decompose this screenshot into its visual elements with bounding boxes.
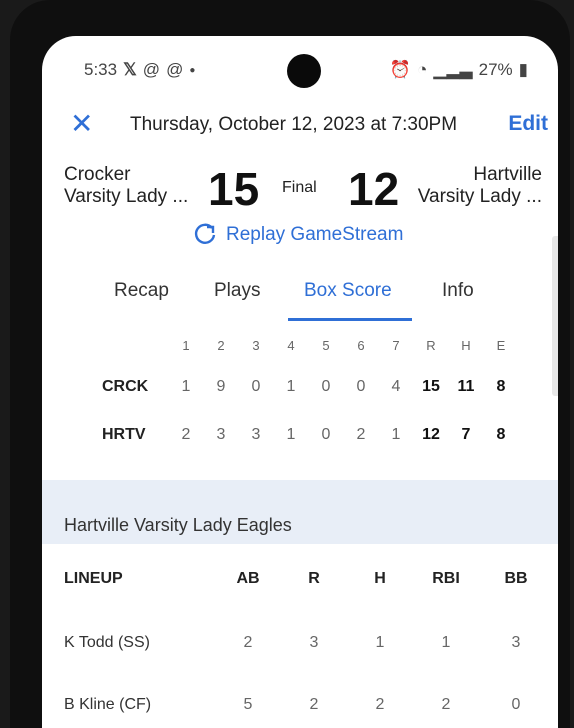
tab-info[interactable]: Info [442,280,474,302]
replay-label: Replay GameStream [226,224,404,245]
hits-total: 7 [461,426,471,443]
h-header: H [374,570,386,587]
close-icon[interactable]: ✕ [70,108,93,140]
game-status: Final [282,179,317,196]
away-team-name: Hartville Varsity Lady ... [418,164,542,208]
inning-score: 3 [251,426,261,443]
inning-header: 6 [357,338,365,353]
inning-score: 9 [216,378,226,395]
linescore-team: CRCK [102,378,149,395]
alarm-icon: ⏰ [389,60,412,79]
rbi-header: RBI [432,570,460,587]
stat-ab: 5 [243,696,253,713]
stat-r: 2 [309,696,319,713]
app-bar: ✕ Thursday, October 12, 2023 at 7:30PM E… [42,106,558,146]
stat-rbi: 1 [441,634,451,651]
away-score: 12 [348,163,400,215]
time: 5:33 [84,60,118,79]
stat-bb: 3 [511,634,521,651]
inning-score: 1 [181,378,191,395]
inning-score: 1 [391,426,401,443]
stat-bb: 0 [511,696,521,713]
scrollbar[interactable] [552,236,558,396]
inning-score: 2 [356,426,366,443]
stat-h: 2 [375,696,385,713]
lineup-header-row: LINEUP AB R H RBI BB [42,546,558,613]
inning-score: 3 [216,426,226,443]
inning-score: 0 [356,378,366,395]
inning-score: 2 [181,426,191,443]
inning-score: 0 [251,378,261,395]
section-title: Hartville Varsity Lady Eagles [64,515,292,535]
wifi-icon: ◔ [417,60,428,79]
game-date: Thursday, October 12, 2023 at 7:30PM [130,114,458,135]
inning-header: 5 [322,338,330,353]
lineup-header: LINEUP [64,570,123,587]
stat-r: 3 [309,634,319,651]
inning-header: 7 [392,338,400,353]
stat-h: 1 [375,634,385,651]
tab-box-score[interactable]: Box Score [304,280,392,302]
tab-bar: Recap Plays Box Score Info [42,272,558,318]
linescore-team: HRTV [102,426,146,443]
tab-recap[interactable]: Recap [114,280,169,302]
inning-score: 0 [321,378,331,395]
r-header: R [308,570,320,587]
tab-plays[interactable]: Plays [214,280,260,302]
hits-total: 11 [457,378,475,395]
dot-icon: ● [189,64,196,76]
home-team-line2: Varsity Lady ... [64,186,189,207]
inning-header: 3 [252,338,260,353]
away-team-line2: Varsity Lady ... [417,186,542,207]
camera-cutout [287,54,321,88]
status-right: ⏰ ◔ ▁▂▃ 27% ▮ [390,60,528,80]
player-name: K Todd (SS) [64,634,150,651]
x-logo-icon: 𝕏 [123,60,137,79]
inning-score: 0 [321,426,331,443]
app-screen: 5:33 𝕏 @ @ ● ⏰ ◔ ▁▂▃ 27% ▮ ✕ Thursday, O… [42,36,558,728]
inning-score: 1 [286,426,296,443]
player-name: B Kline (CF) [64,696,152,713]
signal-icon: ▁▂▃ [433,60,473,79]
table-row[interactable]: K Todd (SS) 2 3 1 1 3 [42,612,558,675]
refresh-icon [194,223,216,244]
runs-total: 15 [422,378,440,395]
bb-header: BB [504,570,528,587]
status-left: 5:33 𝕏 @ @ ● [84,60,195,80]
active-tab-indicator [288,318,412,321]
runs-header: R [426,338,436,353]
home-team-name: Crocker Varsity Lady ... [64,164,188,208]
errors-total: 8 [496,378,506,395]
inning-header: 2 [217,338,225,353]
errors-total: 8 [496,426,506,443]
away-team-line1: Hartville [473,164,542,185]
table-row[interactable]: B Kline (CF) 5 2 2 2 0 [42,674,558,728]
team-section-header: Hartville Varsity Lady Eagles [42,480,558,544]
inning-score: 4 [391,378,401,395]
home-team-line1: Crocker [64,164,131,185]
threads-icon: @ [142,60,161,79]
phone-frame: 5:33 𝕏 @ @ ● ⏰ ◔ ▁▂▃ 27% ▮ ✕ Thursday, O… [10,0,570,728]
replay-gamestream-button[interactable]: Replay GameStream [192,222,403,248]
inning-header: 1 [182,338,190,353]
hits-header: H [461,338,471,353]
home-score: 15 [208,163,260,215]
inning-score: 1 [286,378,296,395]
stat-rbi: 2 [441,696,451,713]
threads-icon: @ [166,60,184,79]
battery-text: 27% [478,60,513,79]
errors-header: E [496,338,506,353]
status-bar: 5:33 𝕏 @ @ ● ⏰ ◔ ▁▂▃ 27% ▮ [42,36,558,100]
inning-header: 4 [287,338,295,353]
runs-total: 12 [422,426,440,443]
edit-button[interactable]: Edit [508,112,548,136]
ab-header: AB [236,570,260,587]
battery-icon: ▮ [518,60,528,79]
stat-ab: 2 [243,634,253,651]
